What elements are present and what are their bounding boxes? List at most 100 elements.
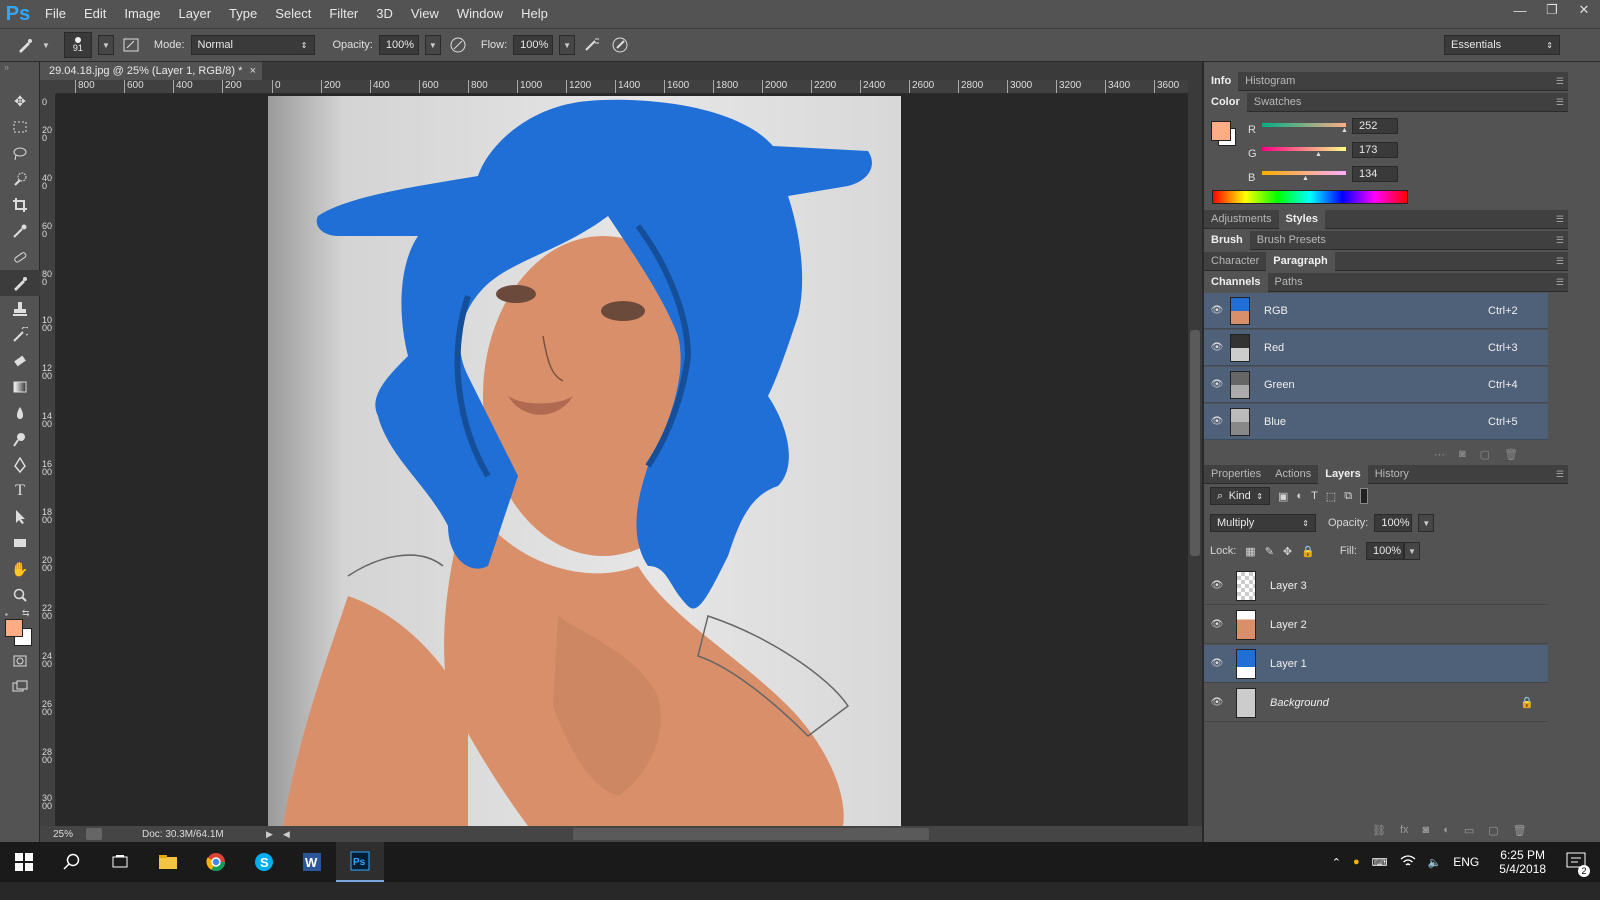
filter-smart-object-icon[interactable]: ⧉: [1344, 490, 1352, 503]
eraser-tool-icon[interactable]: [0, 348, 40, 374]
chevron-down-icon[interactable]: ▼: [42, 41, 50, 50]
lasso-tool-icon[interactable]: [0, 140, 40, 166]
new-group-icon[interactable]: ▭: [1464, 824, 1474, 837]
add-mask-icon[interactable]: ◙: [1423, 824, 1430, 837]
brush-size-dropdown[interactable]: ▼: [97, 35, 114, 55]
menu-filter[interactable]: Filter: [320, 0, 367, 28]
g-slider[interactable]: [1262, 147, 1346, 151]
move-tool-icon[interactable]: ✥: [0, 88, 40, 114]
wifi-icon[interactable]: [1400, 854, 1416, 871]
eye-icon[interactable]: 👁: [1204, 658, 1230, 669]
type-tool-icon[interactable]: T: [0, 478, 40, 504]
eye-icon[interactable]: 👁: [1204, 580, 1230, 591]
word-icon[interactable]: W: [288, 842, 336, 882]
tab-brush-presets[interactable]: Brush Presets: [1250, 231, 1333, 250]
minimize-button[interactable]: —: [1504, 0, 1536, 20]
windows-start-icon[interactable]: [0, 842, 48, 882]
tab-paths[interactable]: Paths: [1268, 273, 1310, 292]
filter-pixel-icon[interactable]: ▣: [1278, 490, 1288, 503]
brush-tool-icon[interactable]: [0, 270, 40, 296]
menu-layer[interactable]: Layer: [170, 0, 221, 28]
panel-menu-icon[interactable]: ☰: [1556, 277, 1564, 288]
eyedropper-tool-icon[interactable]: [0, 218, 40, 244]
screen-mode-icon[interactable]: [0, 674, 40, 700]
layer-kind-select[interactable]: ⌕ Kind ⇕: [1210, 487, 1270, 505]
mode-select[interactable]: Normal ⇕: [190, 35, 315, 55]
crop-tool-icon[interactable]: [0, 192, 40, 218]
panel-menu-icon[interactable]: ☰: [1556, 76, 1564, 87]
tab-properties[interactable]: Properties: [1204, 465, 1268, 484]
default-colors-icon[interactable]: ▪: [5, 610, 8, 619]
g-input[interactable]: 173: [1352, 142, 1398, 158]
layer-row-layer-2[interactable]: 👁 Layer 2: [1204, 606, 1548, 644]
eye-icon[interactable]: 👁: [1204, 379, 1230, 390]
tab-paragraph[interactable]: Paragraph: [1266, 251, 1335, 271]
lock-position-icon[interactable]: ✥: [1283, 545, 1292, 558]
new-layer-icon[interactable]: ▢: [1488, 824, 1498, 837]
blend-mode-select[interactable]: Multiply ⇕: [1210, 514, 1316, 532]
gradient-tool-icon[interactable]: [0, 374, 40, 400]
opacity-input[interactable]: 100%: [378, 35, 419, 55]
airbrush-icon[interactable]: [581, 34, 603, 56]
save-selection-icon[interactable]: ◙: [1459, 448, 1466, 461]
tab-histogram[interactable]: Histogram: [1238, 72, 1302, 91]
rectangle-tool-icon[interactable]: [0, 530, 40, 556]
fx-icon[interactable]: fx: [1400, 824, 1409, 837]
history-brush-tool-icon[interactable]: [0, 322, 40, 348]
filter-shape-icon[interactable]: ⬚: [1326, 490, 1336, 503]
ime-icon[interactable]: ⌨: [1372, 856, 1388, 869]
vertical-scroll-thumb[interactable]: [1190, 330, 1200, 556]
menu-window[interactable]: Window: [448, 0, 512, 28]
quick-select-tool-icon[interactable]: [0, 166, 40, 192]
blur-tool-icon[interactable]: [0, 400, 40, 426]
filter-type-icon[interactable]: T: [1311, 490, 1318, 502]
layer-opacity-input[interactable]: 100%: [1374, 514, 1413, 532]
dodge-tool-icon[interactable]: [0, 426, 40, 452]
r-input[interactable]: 252: [1352, 118, 1398, 134]
volume-icon[interactable]: 🔈: [1428, 856, 1442, 869]
panel-menu-icon[interactable]: ☰: [1556, 214, 1564, 225]
channel-row-rgb[interactable]: 👁 RGB Ctrl+2: [1204, 293, 1548, 329]
task-view-icon[interactable]: [96, 842, 144, 882]
load-selection-icon[interactable]: ⋯: [1434, 448, 1445, 461]
lock-all-icon[interactable]: 🔒: [1301, 545, 1315, 558]
menu-select[interactable]: Select: [266, 0, 320, 28]
tab-swatches[interactable]: Swatches: [1247, 93, 1309, 112]
brush-tool-preset-icon[interactable]: [14, 34, 36, 56]
b-input[interactable]: 134: [1352, 166, 1398, 182]
color-fg-swatch[interactable]: [1211, 121, 1231, 141]
eye-icon[interactable]: 👁: [1204, 619, 1230, 630]
channel-row-red[interactable]: 👁 Red Ctrl+3: [1204, 330, 1548, 366]
action-center-icon[interactable]: 2: [1566, 852, 1590, 877]
menu-help[interactable]: Help: [512, 0, 557, 28]
language-indicator[interactable]: ENG: [1453, 855, 1479, 869]
chrome-icon[interactable]: [192, 842, 240, 882]
tab-color[interactable]: Color: [1204, 92, 1247, 112]
horizontal-scroll-thumb[interactable]: [573, 828, 929, 840]
menu-edit[interactable]: Edit: [75, 0, 115, 28]
swap-colors-icon[interactable]: ⇆: [22, 608, 30, 619]
pressure-opacity-icon[interactable]: [447, 34, 469, 56]
channel-row-green[interactable]: 👁 Green Ctrl+4: [1204, 367, 1548, 403]
healing-brush-tool-icon[interactable]: [0, 244, 40, 270]
g-slider-handle-icon[interactable]: ▲: [1315, 151, 1322, 158]
panel-menu-icon[interactable]: ☰: [1556, 256, 1564, 267]
layer-opacity-dropdown[interactable]: ▼: [1418, 514, 1435, 532]
pressure-size-icon[interactable]: [609, 34, 631, 56]
clone-stamp-tool-icon[interactable]: [0, 296, 40, 322]
delete-channel-icon[interactable]: 🗑: [1504, 448, 1518, 461]
adjustment-layer-icon[interactable]: ◐: [1443, 824, 1450, 837]
r-slider-handle-icon[interactable]: ▲: [1341, 127, 1348, 134]
quick-mask-icon[interactable]: [0, 648, 40, 674]
foreground-color-swatch[interactable]: [5, 619, 23, 637]
tab-info[interactable]: Info: [1204, 71, 1239, 91]
file-explorer-icon[interactable]: [144, 842, 192, 882]
tab-styles[interactable]: Styles: [1278, 209, 1325, 229]
panel-menu-icon[interactable]: ☰: [1556, 97, 1564, 108]
panel-menu-icon[interactable]: ☰: [1556, 469, 1564, 480]
filter-toggle[interactable]: [1360, 488, 1369, 504]
eye-icon[interactable]: 👁: [1204, 342, 1230, 353]
eye-icon[interactable]: 👁: [1204, 416, 1230, 427]
tab-adjustments[interactable]: Adjustments: [1204, 210, 1279, 229]
document-close-icon[interactable]: ×: [250, 62, 256, 80]
